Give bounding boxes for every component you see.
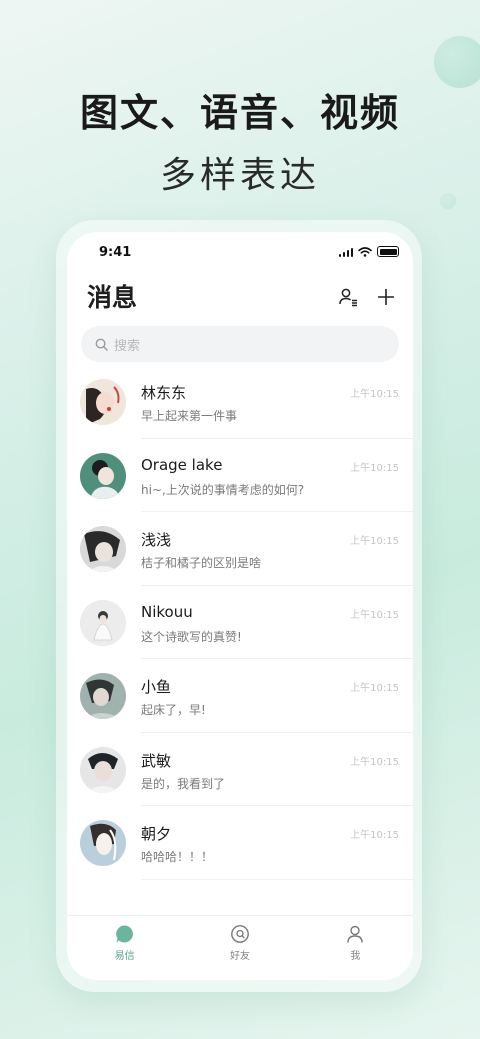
chat-last-message: 起床了，早! [141, 703, 206, 717]
chat-item[interactable]: 武敏 是的，我看到了 上午10:15 [67, 733, 413, 807]
chat-time: 上午10:15 [350, 830, 399, 841]
chat-name: 朝夕 [141, 825, 172, 843]
page-title: 消息 [87, 283, 138, 312]
chat-last-message: 哈哈哈！！！ [141, 850, 214, 864]
promo-headline: 图文、语音、视频 [79, 91, 400, 135]
avatar [80, 452, 126, 499]
chat-item[interactable]: Nikouu 这个诗歌写的真赞! 上午10:15 [67, 586, 413, 660]
chat-time: 上午10:15 [350, 462, 399, 474]
wifi-icon [358, 246, 372, 257]
search-icon [95, 338, 108, 351]
add-button[interactable] [373, 284, 399, 310]
contacts-button[interactable] [335, 284, 361, 310]
tab-messages[interactable]: 易信 [67, 916, 182, 980]
chat-time: 上午10:15 [350, 536, 399, 547]
avatar [80, 820, 126, 866]
chat-last-message: 是的，我看到了 [141, 776, 226, 791]
status-time: 9:41 [99, 245, 132, 260]
chat-list: 林东东 早上起来第一件事 上午10:15 Orage lake hi~,上次说的… [67, 365, 413, 880]
avatar [80, 746, 126, 793]
tab-bar: 易信 好友 我 [67, 915, 413, 980]
profile-icon [347, 925, 364, 943]
avatar [80, 599, 126, 646]
tab-label: 我 [350, 951, 361, 962]
chat-time: 上午10:15 [350, 609, 399, 621]
status-icons [338, 246, 399, 257]
phone-screen: 9:41 消息 搜索 林东东 早上起来第一件事 上午10:15 Orage la… [67, 232, 413, 980]
promo-subline: 多样表达 [159, 155, 320, 196]
app-header: 消息 [67, 276, 413, 316]
chat-last-message: 这个诗歌写的真赞! [141, 629, 242, 644]
chat-time: 上午10:15 [350, 389, 399, 400]
chat-last-message: hi~,上次说的事情考虑的如何? [141, 482, 305, 497]
chat-bubble-icon [115, 925, 133, 943]
chat-time: 上午10:15 [350, 683, 399, 694]
avatar [80, 526, 126, 572]
decorative-circle [434, 36, 480, 88]
chat-name: 林东东 [141, 384, 187, 402]
chat-name: Orage lake [141, 455, 223, 474]
chat-last-message: 早上起来第一件事 [141, 409, 238, 423]
chat-name: 武敏 [141, 751, 172, 770]
search-placeholder: 搜索 [114, 338, 141, 354]
chat-item[interactable]: 朝夕 哈哈哈！！！ 上午10:15 [67, 806, 413, 880]
status-bar: 9:41 [67, 232, 413, 274]
avatar [80, 673, 126, 719]
search-bar[interactable]: 搜索 [81, 326, 399, 362]
chat-name: 浅浅 [141, 531, 172, 549]
battery-icon [377, 246, 399, 257]
chat-name: Nikouu [141, 602, 193, 621]
chat-time: 上午10:15 [350, 756, 399, 768]
tab-me[interactable]: 我 [298, 916, 413, 980]
chat-item[interactable]: 小鱼 起床了，早! 上午10:15 [67, 659, 413, 733]
chat-name: 小鱼 [141, 678, 172, 696]
friends-icon [231, 925, 249, 943]
plus-icon [378, 289, 394, 305]
contacts-icon [339, 288, 357, 307]
chat-last-message: 桔子和橘子的区别是啥 [141, 556, 262, 570]
signal-icon [338, 247, 353, 257]
tab-label: 好友 [229, 951, 250, 962]
tab-label: 易信 [114, 951, 135, 962]
chat-item[interactable]: 浅浅 桔子和橘子的区别是啥 上午10:15 [67, 512, 413, 586]
chat-item[interactable]: Orage lake hi~,上次说的事情考虑的如何? 上午10:15 [67, 439, 413, 513]
avatar [80, 379, 126, 425]
tab-friends[interactable]: 好友 [182, 916, 297, 980]
chat-item[interactable]: 林东东 早上起来第一件事 上午10:15 [67, 365, 413, 439]
